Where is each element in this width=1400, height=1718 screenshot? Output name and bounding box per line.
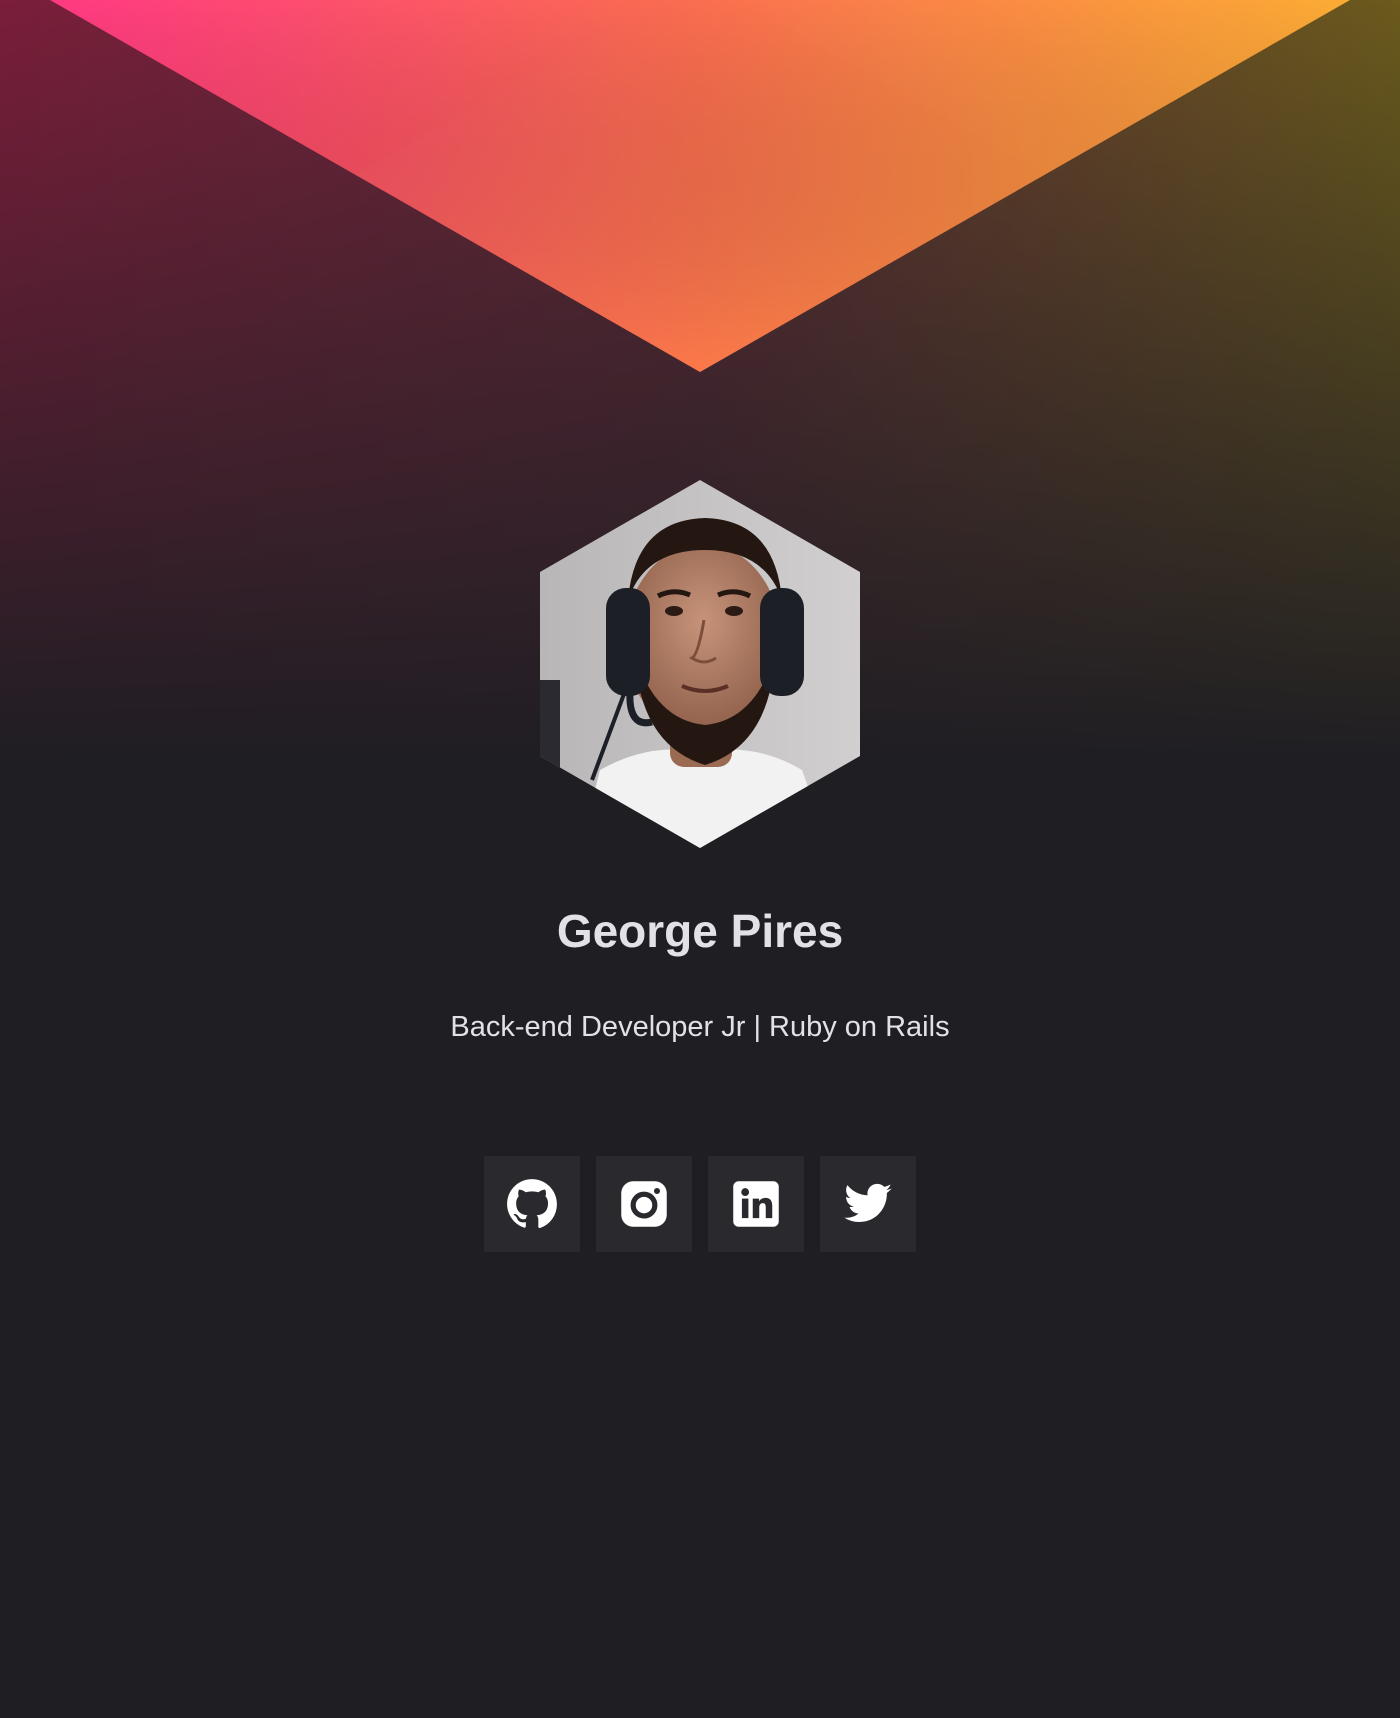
profile-bio: Back-end Developer Jr | Ruby on Rails (450, 1011, 950, 1043)
github-link[interactable] (484, 1156, 580, 1252)
avatar (540, 480, 860, 848)
profile-name: George Pires (556, 905, 844, 957)
twitter-link[interactable] (820, 1156, 916, 1252)
instagram-link[interactable] (596, 1156, 692, 1252)
instagram-icon (621, 1181, 667, 1227)
github-icon (507, 1179, 557, 1229)
twitter-icon (844, 1183, 892, 1222)
profile-card: George Pires Back-end Developer Jr | Rub… (0, 0, 1400, 1718)
linkedin-icon (733, 1181, 779, 1227)
social-links (484, 1156, 916, 1252)
linkedin-link[interactable] (708, 1156, 804, 1252)
